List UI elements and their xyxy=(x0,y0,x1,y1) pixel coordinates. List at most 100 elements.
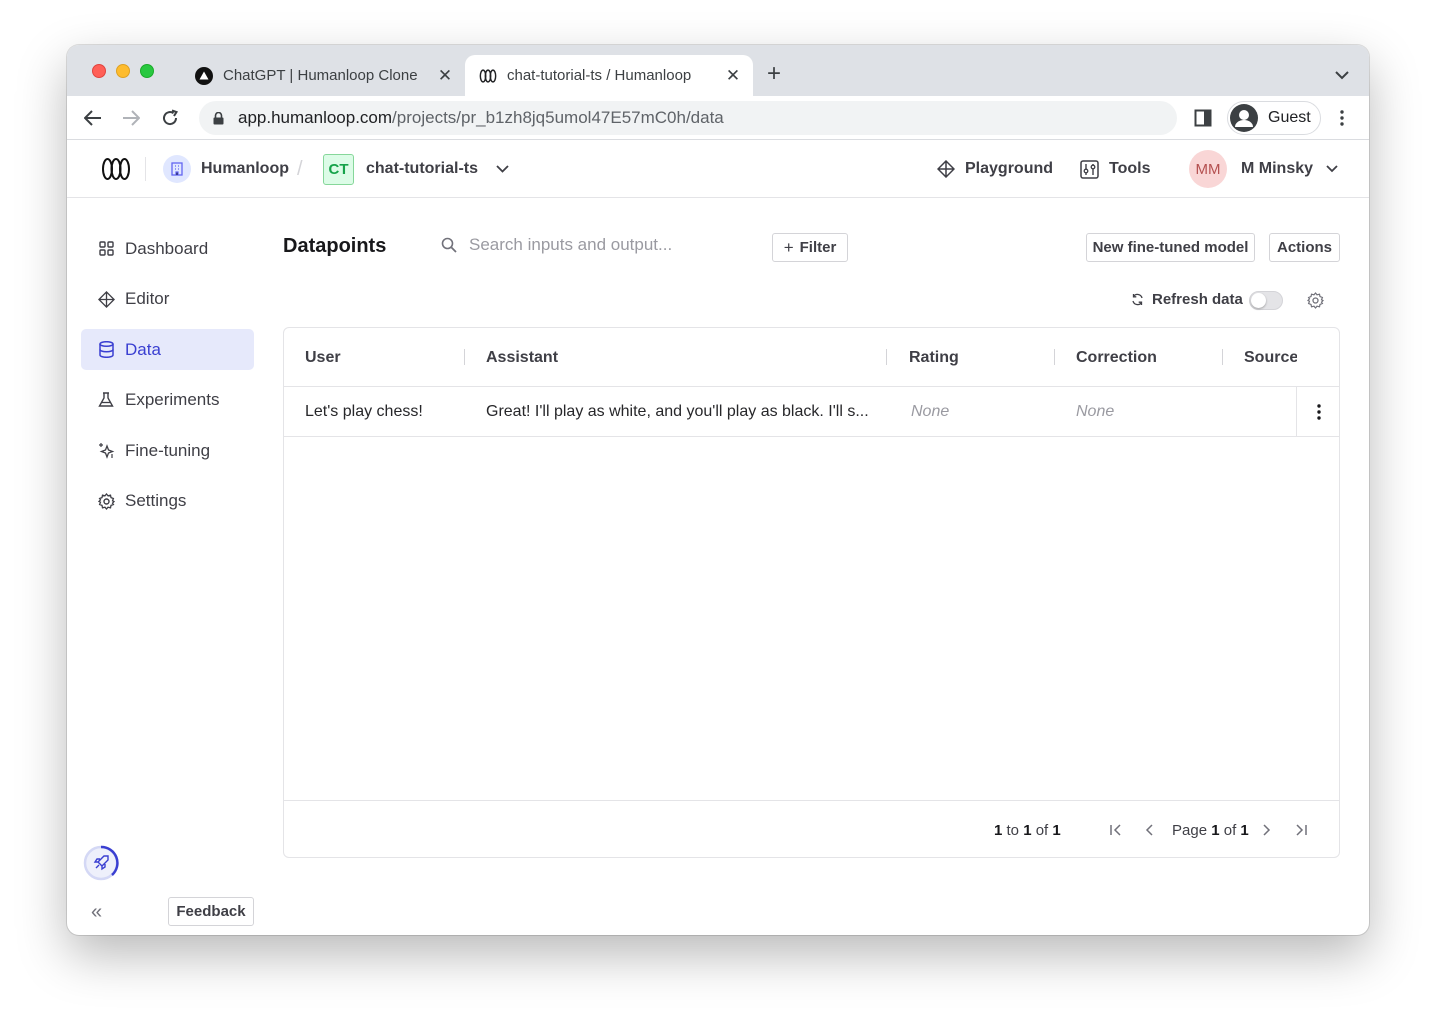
humanloop-logo-icon[interactable] xyxy=(101,140,131,198)
cell-user: Let's play chess! xyxy=(305,403,423,420)
browser-toolbar: app.humanloop.com/projects/pr_b1zh8jq5um… xyxy=(67,96,1369,140)
new-fine-tuned-model-button[interactable]: New fine-tuned model xyxy=(1086,233,1255,262)
filter-button[interactable]: + Filter xyxy=(772,233,848,262)
project-badge: CT xyxy=(323,153,354,185)
maximize-window-button[interactable] xyxy=(140,64,154,78)
tools-link[interactable]: Tools xyxy=(1080,140,1150,198)
range-to: 1 xyxy=(1023,822,1032,839)
reload-icon[interactable] xyxy=(158,106,182,130)
column-header-source[interactable]: Source xyxy=(1244,328,1297,387)
header-divider xyxy=(145,157,146,181)
address-bar[interactable]: app.humanloop.com/projects/pr_b1zh8jq5um… xyxy=(199,101,1177,135)
page-title: Datapoints xyxy=(283,235,387,257)
minimize-window-button[interactable] xyxy=(116,64,130,78)
range-from: 1 xyxy=(994,822,1003,839)
sidebar-item-editor[interactable]: Editor xyxy=(81,279,254,320)
forward-arrow-icon[interactable] xyxy=(119,106,143,130)
sidebar-item-label: Data xyxy=(125,339,161,359)
tab-close-icon[interactable]: ✕ xyxy=(433,66,457,86)
tab-close-icon[interactable]: ✕ xyxy=(721,66,745,86)
sidebar-item-experiments[interactable]: Experiments xyxy=(81,380,254,421)
user-menu[interactable]: MM M Minsky xyxy=(1189,140,1338,198)
page-total: 1 xyxy=(1240,822,1249,839)
page-indicator: Page 1 of 1 xyxy=(1172,801,1249,857)
datapoints-table: User Assistant Rating Correction Source … xyxy=(283,327,1340,858)
building-icon xyxy=(163,155,191,183)
tab-search-chevron-icon[interactable] xyxy=(1335,67,1349,85)
chevron-down-icon xyxy=(496,165,509,173)
gear-icon xyxy=(97,492,115,510)
plus-icon: + xyxy=(783,237,794,257)
column-resize-handle[interactable] xyxy=(1222,349,1223,365)
page-current: 1 xyxy=(1211,822,1220,839)
search-icon xyxy=(441,237,457,253)
new-tab-plus-icon[interactable]: + xyxy=(767,62,781,86)
row-more-vertical-icon[interactable] xyxy=(1296,387,1339,437)
last-page-icon[interactable] xyxy=(1292,821,1310,839)
sidebar-item-dashboard[interactable]: Dashboard xyxy=(81,228,254,269)
table-pagination: 1 to 1 of 1 Page 1 of 1 xyxy=(284,800,1339,857)
playground-label: Playground xyxy=(965,160,1054,177)
column-header-assistant[interactable]: Assistant xyxy=(486,328,558,387)
org-name: Humanloop xyxy=(201,160,289,177)
next-page-icon[interactable] xyxy=(1258,821,1276,839)
sidebar-item-data[interactable]: Data xyxy=(81,329,254,370)
app-header: Humanloop / CT chat-tutorial-ts Playgrou… xyxy=(67,140,1369,198)
column-resize-handle[interactable] xyxy=(464,349,465,365)
toggle-knob xyxy=(1251,293,1266,308)
profile-label: Guest xyxy=(1268,109,1311,126)
sidebar-item-label: Experiments xyxy=(125,390,220,409)
tab-strip: ChatGPT | Humanloop Clone ✕ chat-tutoria… xyxy=(67,45,1369,96)
collapse-sidebar-icon[interactable]: « xyxy=(91,901,102,924)
url-path: /projects/pr_b1zh8jq5umol47E57mC0h/data xyxy=(392,108,724,127)
lock-icon xyxy=(213,111,224,125)
refresh-data-button[interactable]: Refresh data xyxy=(1131,291,1243,308)
close-window-button[interactable] xyxy=(92,64,106,78)
profile-button[interactable]: Guest xyxy=(1227,101,1321,135)
back-arrow-icon[interactable] xyxy=(81,106,105,130)
sidebar-item-label: Fine-tuning xyxy=(125,440,211,460)
diamond-icon xyxy=(937,160,955,178)
project-switcher[interactable]: CT chat-tutorial-ts xyxy=(323,140,509,198)
user-avatar: MM xyxy=(1189,150,1227,188)
column-header-rating[interactable]: Rating xyxy=(909,328,959,387)
cell-correction: None xyxy=(1076,403,1115,420)
actions-button[interactable]: Actions xyxy=(1269,233,1340,262)
refresh-toggle[interactable] xyxy=(1249,291,1283,310)
column-header-correction[interactable]: Correction xyxy=(1076,328,1157,387)
column-resize-handle[interactable] xyxy=(886,349,887,365)
range-total: 1 xyxy=(1052,822,1061,839)
table-settings-gear-icon[interactable] xyxy=(1307,292,1324,314)
refresh-icon xyxy=(1131,293,1144,306)
previous-page-icon[interactable] xyxy=(1140,821,1158,839)
browser-tab-chatgpt[interactable]: ChatGPT | Humanloop Clone ✕ xyxy=(185,55,465,96)
filter-label: Filter xyxy=(799,239,837,256)
page-of-word: of xyxy=(1223,822,1237,839)
sidebar-item-label: Editor xyxy=(125,289,170,308)
playground-link[interactable]: Playground xyxy=(937,140,1053,198)
kebab-menu-icon[interactable] xyxy=(1330,106,1354,130)
page-word: Page xyxy=(1172,822,1208,839)
table-row[interactable]: Let's play chess! Great! I'll play as wh… xyxy=(284,387,1339,437)
column-header-user[interactable]: User xyxy=(305,328,341,387)
sidebar-item-label: Settings xyxy=(125,491,187,510)
side-panel-icon[interactable] xyxy=(1191,106,1215,130)
feedback-button[interactable]: Feedback xyxy=(168,897,254,926)
tools-label: Tools xyxy=(1109,160,1151,177)
user-name: M Minsky xyxy=(1241,160,1314,177)
search-placeholder: Search inputs and output... xyxy=(469,235,673,254)
sidebar-item-settings[interactable]: Settings xyxy=(81,481,254,522)
range-to-word: to xyxy=(1006,822,1020,839)
sidebar-item-fine-tuning[interactable]: Fine-tuning xyxy=(81,430,254,471)
sidebar-item-label: Dashboard xyxy=(125,238,209,258)
tab-title: ChatGPT | Humanloop Clone xyxy=(223,67,418,84)
search-input[interactable]: Search inputs and output... xyxy=(441,235,672,255)
column-resize-handle[interactable] xyxy=(1054,349,1055,365)
diamond-icon xyxy=(97,290,115,308)
browser-tab-humanloop[interactable]: chat-tutorial-ts / Humanloop ✕ xyxy=(465,55,753,96)
rocket-progress-icon[interactable] xyxy=(83,845,119,881)
org-switcher[interactable]: Humanloop xyxy=(163,140,289,198)
tools-icon xyxy=(1080,159,1099,179)
database-icon xyxy=(97,341,115,359)
first-page-icon[interactable] xyxy=(1106,821,1124,839)
